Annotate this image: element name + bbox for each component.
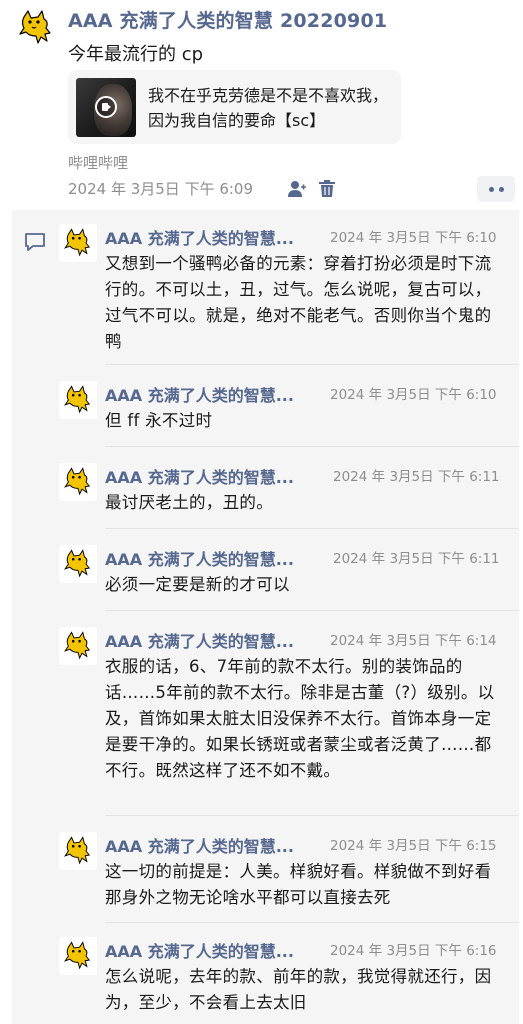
post-time: 2024 年 3月5日 下午 6:09 (68, 180, 254, 198)
comment-text: 这一切的前提是：人美。样貌好看。样貌做不到好看那身外之物无论啥水平都可以直接去死 (105, 862, 492, 907)
commenter-avatar[interactable] (59, 832, 97, 870)
post-text: 今年最流行的 cp (68, 44, 204, 65)
person-visibility-icon[interactable] (287, 180, 306, 198)
commenter-name[interactable]: AAA 充满了人类的智慧... (105, 382, 294, 406)
comment-text: 又想到一个骚鸭必备的元素：穿着打扮必须是时下流行的。不可以土，丑，过气。怎么说呢… (105, 254, 492, 351)
commenter-avatar[interactable] (59, 627, 97, 665)
post-author-name[interactable]: AAA 充满了人类的智慧 20220901 (68, 6, 387, 33)
comment-divider (105, 815, 519, 816)
comment-divider (105, 922, 519, 923)
commenter-avatar[interactable] (59, 545, 97, 583)
post-author-avatar[interactable] (16, 8, 56, 48)
comment-time: 2024 年 3月5日 下午 6:10 (330, 230, 497, 246)
comment-text: 但 ff 永不过时 (105, 411, 213, 430)
comment-time: 2024 年 3月5日 下午 6:16 (330, 943, 497, 959)
commenter-name[interactable]: AAA 充满了人类的智慧... (105, 546, 294, 570)
comment-time: 2024 年 3月5日 下午 6:11 (333, 551, 500, 567)
commenter-name[interactable]: AAA 充满了人类的智慧... (105, 628, 294, 652)
comment-divider (105, 446, 519, 447)
commenter-avatar[interactable] (59, 463, 97, 501)
comment-divider (105, 528, 519, 529)
more-options-button[interactable] (477, 176, 515, 202)
commenter-avatar[interactable] (59, 224, 97, 262)
comment-time: 2024 年 3月5日 下午 6:15 (330, 838, 497, 854)
post-source[interactable]: 哔哩哔哩 (68, 152, 128, 173)
comment-divider (105, 610, 519, 611)
comment-text: 怎么说呢，去年的款、前年的款，我觉得就还行，因为，至少，不会看上去太旧 (105, 967, 492, 1012)
commenter-avatar[interactable] (59, 381, 97, 419)
comment-time: 2024 年 3月5日 下午 6:11 (333, 469, 500, 485)
comment-time: 2024 年 3月5日 下午 6:14 (330, 633, 497, 649)
comment-divider (105, 364, 519, 365)
link-card-title: 我不在乎克劳德是不是不喜欢我，因为我自信的要命【sc】 (148, 86, 389, 130)
more-dots-icon (489, 187, 494, 192)
comment-icon (24, 232, 46, 252)
trash-icon[interactable] (318, 180, 336, 198)
shared-link-card[interactable]: 我不在乎克劳德是不是不喜欢我，因为我自信的要命【sc】 (68, 70, 401, 144)
comment-text: 最讨厌老土的，丑的。 (105, 493, 273, 512)
commenter-avatar[interactable] (59, 937, 97, 975)
comment-time: 2024 年 3月5日 下午 6:10 (330, 387, 497, 403)
commenter-name[interactable]: AAA 充满了人类的智慧... (105, 225, 294, 249)
video-thumbnail (76, 78, 136, 137)
video-play-icon (95, 96, 117, 118)
commenter-name[interactable]: AAA 充满了人类的智慧... (105, 464, 294, 488)
comment-text: 必须一定要是新的才可以 (105, 575, 290, 594)
commenter-name[interactable]: AAA 充满了人类的智慧... (105, 833, 294, 857)
commenter-name[interactable]: AAA 充满了人类的智慧... (105, 938, 294, 962)
comment-text: 衣服的话，6、7年前的款不太行。别的装饰品的话……5年前的款不太行。除非是古董（… (105, 657, 495, 780)
